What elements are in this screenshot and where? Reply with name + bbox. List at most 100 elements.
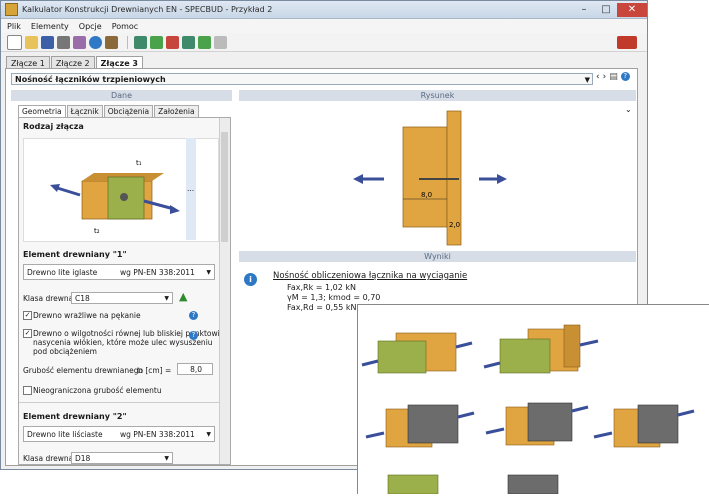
chevron-down-icon: ▼: [206, 431, 211, 438]
result-fax-rd: Fax,Rd = 0,55 kN: [287, 303, 357, 312]
thickness-label: Grubość elementu drewnianego: [23, 366, 144, 375]
gallery-joint-2[interactable]: [483, 324, 599, 374]
element2-material-value: Drewno lite liściaste: [27, 430, 103, 439]
results-title: Nośność obliczeniowa łącznika na wyciąga…: [273, 271, 468, 281]
scrollbar-thumb[interactable]: [221, 132, 228, 242]
gallery-joint-1[interactable]: [361, 332, 473, 374]
menu-opcje[interactable]: Opcje: [79, 22, 102, 31]
geometry-panel: Rodzaj złącza t₁ t₂ ... Element drewnian…: [18, 117, 231, 465]
window-title: Kalkulator Konstrukcji Drewnianych EN - …: [22, 5, 273, 14]
info-icon: i: [244, 273, 257, 286]
dim-label-2: 2,0: [449, 221, 460, 229]
moisture-label-2: nasycenia włókien, które może ulec wysus…: [33, 338, 213, 347]
menu-elementy[interactable]: Elementy: [31, 22, 69, 31]
exit-icon[interactable]: [105, 35, 118, 49]
maximize-button[interactable]: □: [595, 3, 617, 17]
menu-pomoc[interactable]: Pomoc: [112, 22, 139, 31]
left-force-arrowhead: [353, 174, 363, 184]
next-icon[interactable]: ›: [603, 72, 607, 82]
preview-icon[interactable]: [73, 35, 86, 49]
minimize-button[interactable]: –: [573, 3, 595, 17]
t2-label: t₂: [94, 227, 100, 235]
save-icon[interactable]: [41, 35, 54, 49]
data-panel-scrollbar[interactable]: [219, 118, 230, 464]
element1-material-value: Drewno lite iglaste: [27, 268, 98, 277]
force-arrowhead-left: [50, 184, 60, 192]
unlimited-thickness-checkbox[interactable]: [23, 386, 32, 395]
gallery-joint-4[interactable]: [485, 402, 589, 446]
more-button[interactable]: ...: [187, 184, 194, 193]
section-divider: [19, 402, 219, 403]
joint-types-drawing: [361, 324, 695, 495]
gallery-joint-3[interactable]: [365, 404, 475, 448]
data-panel-header: Dane: [11, 90, 232, 101]
results-panel-header: Wyniki: [239, 251, 636, 262]
element1-class-value: C18: [75, 294, 90, 303]
chevron-down-icon: ▼: [206, 269, 211, 276]
app-icon: [5, 3, 18, 16]
delete-joint-icon[interactable]: [166, 35, 179, 49]
element2-class-label: Klasa drewna: [23, 454, 74, 463]
moisture-help-icon[interactable]: ?: [189, 331, 198, 340]
drawing-panel-header: Rysunek: [239, 90, 636, 101]
tab-obciazenia[interactable]: Obciążenia: [103, 105, 154, 117]
right-force-arrowhead: [497, 174, 507, 184]
gallery-joint-6[interactable]: [387, 474, 559, 495]
thickness-symbol: t₁ [cm] =: [137, 366, 172, 375]
result-gamma-kmod: γM = 1,3; kmod = 0,70: [287, 293, 381, 302]
chevron-down-icon: ▼: [164, 455, 169, 462]
element1-material-select[interactable]: Drewno lite iglaste wg PN-EN 338:2011 ▼: [23, 264, 215, 280]
data-subtabs: Geometria Łącznik Obciążenia Założenia: [18, 105, 231, 117]
dim-label-1: 8,0: [421, 191, 432, 199]
unlimited-thickness-label: Nieograniczona grubość elementu: [33, 386, 162, 395]
window-icon[interactable]: [134, 35, 147, 49]
title-bar: Kalkulator Konstrukcji Drewnianych EN - …: [1, 1, 647, 19]
toolbar-separator: [127, 35, 128, 49]
menu-plik[interactable]: Plik: [7, 22, 21, 31]
tab-geometria[interactable]: Geometria: [18, 105, 66, 117]
document-icon[interactable]: ▤: [609, 72, 618, 82]
cracking-help-icon[interactable]: ?: [189, 311, 198, 320]
prev-icon[interactable]: ‹: [596, 72, 600, 82]
element1-class-label: Klasa drewna: [23, 294, 74, 303]
calculation-type-select[interactable]: Nośność łączników trzpieniowych ▼: [11, 73, 593, 85]
tab-lacznik[interactable]: Łącznik: [66, 105, 103, 117]
add-joint-icon[interactable]: [150, 35, 163, 49]
header-help-icon[interactable]: ?: [620, 72, 630, 81]
new-file-icon[interactable]: [7, 34, 22, 50]
cracking-label: Drewno wrażliwe na pękanie: [33, 311, 141, 320]
menu-bar: Plik Elementy Opcje Pomoc: [1, 19, 647, 33]
moisture-checkbox[interactable]: ✓: [23, 329, 32, 338]
tab-zalozenia[interactable]: Założenia: [154, 105, 199, 117]
specbud-logo-icon: [617, 35, 637, 49]
fastener-head: [120, 193, 128, 201]
toolbar: [1, 33, 647, 52]
print-icon[interactable]: [57, 35, 70, 49]
joint-types-gallery: [357, 304, 709, 495]
close-button[interactable]: ✕: [617, 2, 647, 17]
moisture-label-3: pod obciążeniem: [33, 347, 97, 356]
calculation-type-value: Nośność łączników trzpieniowych: [15, 75, 166, 84]
result-fax-rk: Fax,Rk = 1,02 kN: [287, 283, 356, 292]
element2-class-value: D18: [75, 454, 91, 463]
element1-standard: wg PN-EN 338:2011: [120, 268, 195, 277]
copy-joint-icon[interactable]: [182, 35, 195, 49]
timber-element-1: [402, 126, 448, 228]
chevron-down-icon: ▼: [584, 76, 590, 84]
joint-type-title: Rodzaj złącza: [23, 122, 84, 131]
element2-standard: wg PN-EN 338:2011: [120, 430, 195, 439]
nav-icons: ‹ › ▤ ?: [596, 72, 630, 82]
disabled-action-icon: [214, 35, 227, 49]
gallery-joint-5[interactable]: [593, 404, 695, 448]
open-folder-icon[interactable]: [25, 35, 38, 49]
element1-class-select[interactable]: C18 ▼: [71, 292, 173, 304]
export-icon[interactable]: [198, 35, 211, 49]
force-arrowhead-right: [170, 205, 180, 214]
element1-title: Element drewniany "1": [23, 250, 127, 259]
element2-class-select[interactable]: D18 ▼: [71, 452, 173, 464]
help-icon[interactable]: [89, 35, 102, 49]
element2-material-select[interactable]: Drewno lite liściaste wg PN-EN 338:2011 …: [23, 426, 215, 442]
cracking-checkbox[interactable]: ✓: [23, 311, 32, 320]
element2-title: Element drewniany "2": [23, 412, 127, 421]
thickness-input[interactable]: 8,0: [177, 363, 213, 375]
